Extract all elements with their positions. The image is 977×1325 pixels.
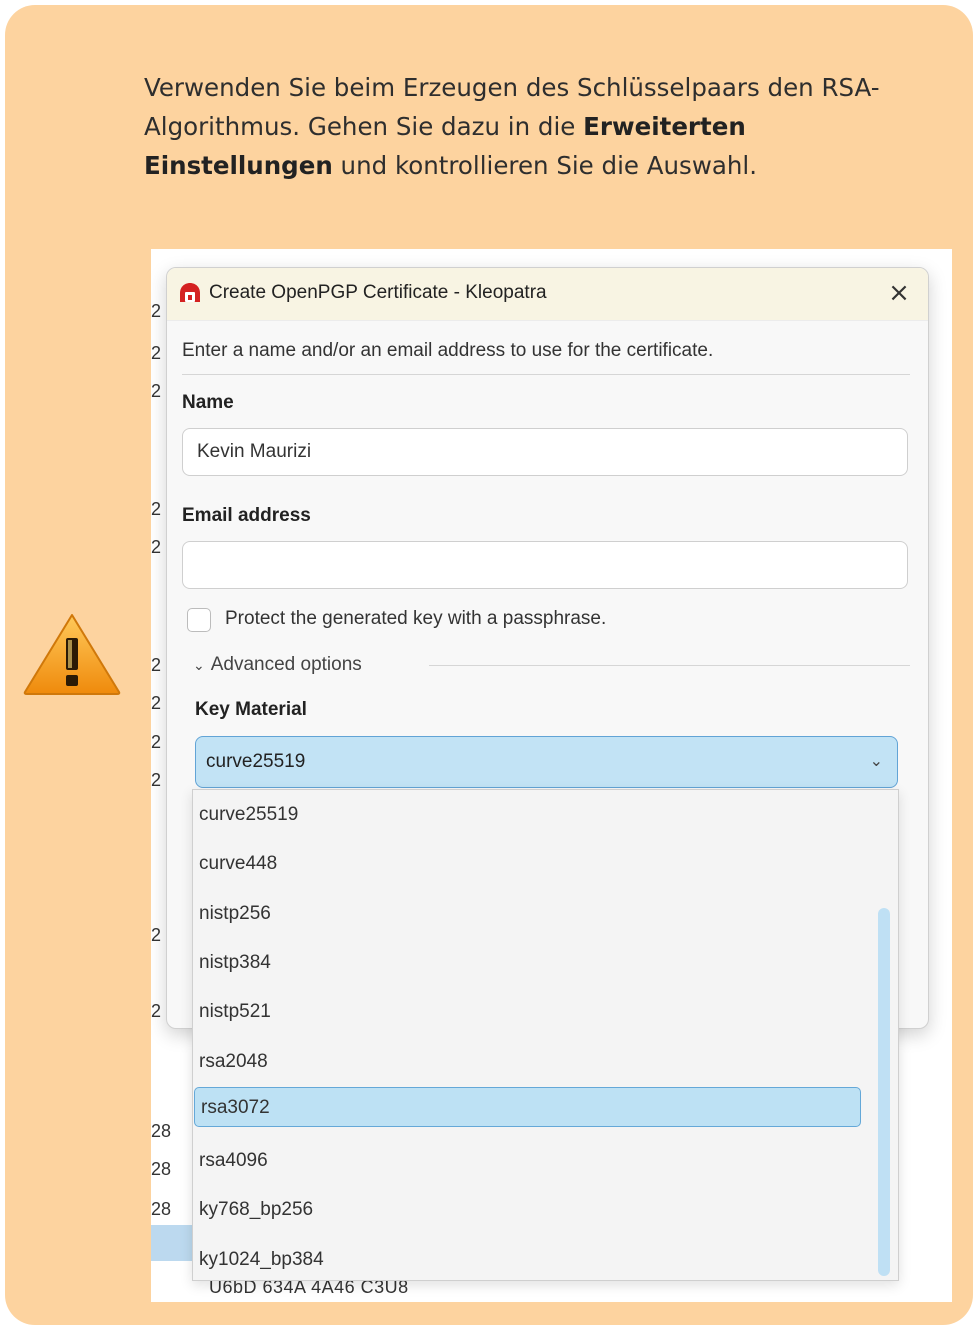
bg-digit: 2 xyxy=(151,925,162,945)
dropdown-scrollbar[interactable] xyxy=(878,908,890,1276)
bg-digit: 2 xyxy=(151,537,162,557)
bg-digit: 2 xyxy=(151,770,162,790)
dropdown-option-rsa3072[interactable]: rsa3072 xyxy=(194,1087,861,1127)
warning-icon xyxy=(23,614,121,695)
name-label: Name xyxy=(182,392,234,413)
key-material-dropdown-list: curve25519 curve448 nistp256 nistp384 ni… xyxy=(192,789,899,1281)
dropdown-option-nistp256[interactable]: nistp256 xyxy=(193,894,861,934)
note-line-2: Algorithmus. Gehen Sie dazu in die xyxy=(144,112,584,141)
note-line-3: und kontrollieren Sie die Auswahl. xyxy=(332,151,757,180)
note-line-1: Verwenden Sie beim Erzeugen des Schlüsse… xyxy=(144,73,880,102)
advanced-options-divider xyxy=(429,665,910,666)
bg-digit: 2 xyxy=(151,1001,162,1021)
email-field[interactable] xyxy=(182,541,908,589)
close-button[interactable]: × xyxy=(884,278,914,308)
advanced-options-label: Advanced options xyxy=(210,654,362,675)
dropdown-option-ky768_bp256[interactable]: ky768_bp256 xyxy=(193,1190,861,1230)
warning-note-text: Verwenden Sie beim Erzeugen des Schlüsse… xyxy=(144,68,944,185)
key-material-value: curve25519 xyxy=(206,751,306,772)
name-field[interactable]: Kevin Maurizi xyxy=(182,428,908,476)
dropdown-option-ky1024_bp384[interactable]: ky1024_bp384 xyxy=(193,1240,861,1280)
dropdown-option-nistp384[interactable]: nistp384 xyxy=(193,943,861,983)
advanced-options-toggle[interactable]: ⌄ Advanced options xyxy=(193,654,362,676)
note-line-2-bold: Erweiterten xyxy=(583,112,746,141)
dialog-titlebar[interactable]: Create OpenPGP Certificate - Kleopatra × xyxy=(167,268,928,321)
email-label: Email address xyxy=(182,505,311,526)
dropdown-option-nistp521[interactable]: nistp521 xyxy=(193,992,861,1032)
chevron-down-icon: ⌄ xyxy=(869,753,883,770)
bg-row-number: 28 xyxy=(151,1159,172,1179)
bg-digit: 2 xyxy=(151,343,162,363)
dialog-intro-text: Enter a name and/or an email address to … xyxy=(182,340,714,361)
bg-digit: 2 xyxy=(151,693,162,713)
bg-digit: 2 xyxy=(151,655,162,675)
key-material-label: Key Material xyxy=(195,699,307,720)
passphrase-checkbox[interactable] xyxy=(187,608,211,632)
passphrase-checkbox-label[interactable]: Protect the generated key with a passphr… xyxy=(225,608,606,630)
divider xyxy=(182,374,910,375)
bg-digit: 2 xyxy=(151,301,162,321)
bg-digit: 2 xyxy=(151,381,162,401)
dropdown-option-rsa2048[interactable]: rsa2048 xyxy=(193,1042,861,1082)
chevron-down-icon: ⌄ xyxy=(193,657,205,673)
bg-row-number: 28 xyxy=(151,1199,172,1219)
dropdown-option-curve448[interactable]: curve448 xyxy=(193,844,861,884)
bg-digit: 2 xyxy=(151,732,162,752)
bg-selected-row xyxy=(151,1225,195,1261)
key-material-select[interactable]: curve25519 ⌄ xyxy=(195,736,898,788)
bg-digit: 2 xyxy=(151,499,162,519)
note-line-3-bold: Einstellungen xyxy=(144,151,333,180)
kleopatra-app-icon xyxy=(180,283,200,302)
bg-row-number: 28 xyxy=(151,1121,172,1141)
dropdown-option-curve25519[interactable]: curve25519 xyxy=(193,795,861,835)
dialog-title: Create OpenPGP Certificate - Kleopatra xyxy=(209,282,547,303)
dropdown-option-rsa4096[interactable]: rsa4096 xyxy=(193,1141,861,1181)
